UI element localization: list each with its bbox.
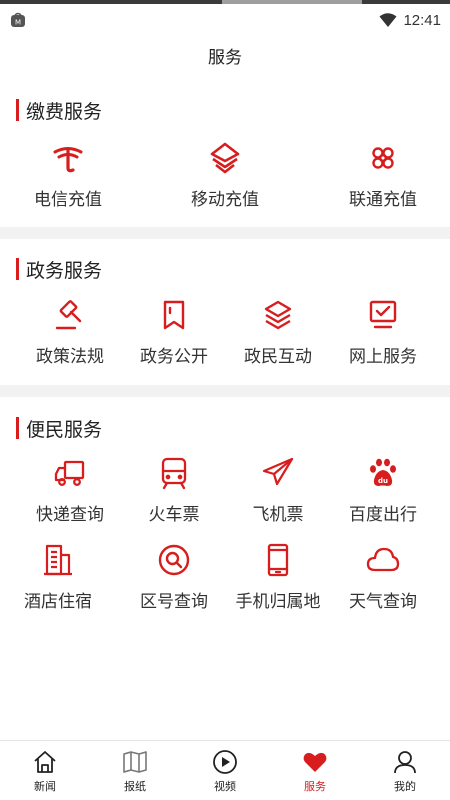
svg-text:M: M: [15, 19, 21, 27]
nav-item-video[interactable]: 视频: [180, 741, 270, 800]
grid-label: 政务公开: [140, 347, 208, 367]
china-mobile-icon: [210, 142, 240, 174]
gavel-icon: [55, 300, 82, 330]
train-icon: [161, 457, 187, 490]
nav-label: 报纸: [124, 780, 146, 793]
grid-item-flight[interactable]: 飞机票: [223, 456, 333, 536]
bookmark-icon: [163, 300, 185, 330]
section-header-government: 政务服务: [16, 256, 102, 282]
grid-label: 快递查询: [36, 505, 104, 525]
status-bar: M 12:41: [0, 0, 450, 38]
grid-item-interaction[interactable]: 政民互动: [223, 298, 333, 378]
page-title: 服务: [208, 48, 242, 68]
status-right: 12:41: [379, 10, 441, 30]
wifi-icon: [379, 13, 397, 27]
grid-item-hotel[interactable]: 酒店住宿: [3, 543, 113, 623]
section-divider: [0, 385, 450, 397]
grid-item-policy[interactable]: 政策法规: [15, 298, 125, 378]
status-top-line-segment: [222, 0, 362, 4]
section-accent-bar: [16, 417, 19, 439]
grid-item-gov-public[interactable]: 政务公开: [119, 298, 229, 378]
nav-item-service[interactable]: 服务: [270, 741, 360, 800]
grid-item-area-code[interactable]: 区号查询: [119, 543, 229, 623]
section-title: 缴费服务: [26, 100, 103, 123]
notification-app-icon: M: [11, 12, 25, 27]
grid-label: 天气查询: [349, 592, 417, 612]
grid-label: 电信充值: [34, 190, 102, 210]
cloud-icon: [366, 547, 400, 572]
nav-label: 视频: [214, 780, 236, 793]
grid-item-online-service[interactable]: 网上服务: [328, 298, 438, 378]
play-circle-icon: [213, 750, 237, 774]
user-icon: [394, 751, 416, 774]
nav-item-mine[interactable]: 我的: [360, 741, 450, 800]
baidu-icon: du: [370, 458, 396, 486]
grid-item-baidu-travel[interactable]: du 百度出行: [328, 456, 438, 536]
grid-label: 联通充值: [349, 190, 417, 210]
nav-label: 新闻: [34, 780, 56, 793]
hotel-building-icon: [44, 544, 72, 576]
grid-label: 手机归属地: [235, 592, 321, 612]
layers-icon: [264, 300, 292, 330]
nav-label: 我的: [394, 780, 416, 793]
grid-label: 移动充值: [191, 190, 259, 210]
grid-label: 区号查询: [140, 592, 208, 612]
section-title: 政务服务: [26, 259, 103, 282]
bottom-nav: 新闻 报纸 视频 服务 我的: [0, 740, 450, 800]
grid-item-weather[interactable]: 天气查询: [328, 543, 438, 623]
newspaper-map-icon: [123, 751, 147, 773]
section-title: 便民服务: [26, 418, 103, 441]
grid-item-unicom-topup[interactable]: 联通充值: [328, 141, 438, 221]
grid-label: 百度出行: [349, 505, 417, 525]
monitor-check-icon: [369, 300, 397, 329]
mobile-phone-icon: [267, 543, 289, 577]
grid-item-telecom-topup[interactable]: 电信充值: [13, 141, 123, 221]
section-accent-bar: [16, 258, 19, 280]
grid-label: 火车票: [148, 505, 200, 525]
home-icon: [34, 751, 56, 773]
grid-label: 飞机票: [252, 505, 304, 525]
grid-item-train[interactable]: 火车票: [119, 456, 229, 536]
nav-item-news[interactable]: 新闻: [0, 741, 90, 800]
grid-label: 政民互动: [244, 347, 312, 367]
grid-label: 网上服务: [349, 347, 417, 367]
grid-item-phone-location[interactable]: 手机归属地: [223, 543, 333, 623]
grid-item-mobile-topup[interactable]: 移动充值: [170, 141, 280, 221]
section-accent-bar: [16, 99, 19, 121]
nav-item-newspaper[interactable]: 报纸: [90, 741, 180, 800]
heart-icon: [303, 752, 327, 772]
china-unicom-icon: [372, 147, 394, 169]
grid-label: 酒店住宿: [24, 592, 92, 612]
section-header-payment: 缴费服务: [16, 97, 102, 123]
grid-item-express[interactable]: 快递查询: [15, 456, 125, 536]
section-divider: [0, 227, 450, 239]
truck-icon: [54, 460, 85, 486]
section-header-convenience: 便民服务: [16, 415, 102, 441]
nav-label: 服务: [304, 780, 326, 793]
china-telecom-icon: [53, 147, 83, 173]
airplane-icon: [262, 457, 294, 486]
status-time: 12:41: [403, 11, 441, 29]
grid-label: 政策法规: [36, 347, 104, 367]
svg-text:du: du: [378, 477, 388, 485]
search-circle-icon: [158, 544, 190, 576]
